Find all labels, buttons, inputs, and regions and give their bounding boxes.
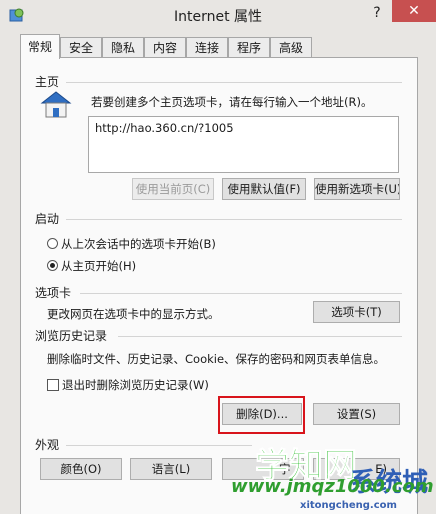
homepage-description: 若要创建多个主页选项卡，请在每行输入一个地址(R)。 bbox=[91, 95, 373, 109]
delete-button-highlight bbox=[218, 396, 305, 434]
tab-security[interactable]: 安全 bbox=[60, 37, 102, 58]
tab-programs[interactable]: 程序 bbox=[228, 37, 270, 58]
appearance-section-title: 外观 bbox=[35, 438, 60, 452]
tab-general[interactable]: 常规 bbox=[20, 34, 60, 59]
radio-last-session[interactable] bbox=[47, 238, 58, 249]
delete-on-exit-checkbox[interactable] bbox=[47, 379, 59, 391]
history-section-title: 浏览历史记录 bbox=[35, 329, 108, 343]
tab-content[interactable]: 内容 bbox=[144, 37, 186, 58]
history-settings-button[interactable]: 设置(S) bbox=[313, 403, 400, 425]
colors-button[interactable]: 颜色(O) bbox=[40, 458, 122, 480]
radio-last-session-label[interactable]: 从上次会话中的选项卡开始(B) bbox=[61, 236, 216, 252]
homepage-divider bbox=[66, 82, 402, 83]
watermark-small: xitongcheng.com bbox=[300, 500, 397, 511]
use-current-button[interactable]: 使用当前页(C) bbox=[132, 178, 214, 200]
tabs-description: 更改网页在选项卡中的显示方式。 bbox=[47, 307, 220, 321]
appearance-divider bbox=[66, 445, 252, 446]
homepage-url-value: http://hao.360.cn/?1005 bbox=[95, 121, 234, 135]
history-divider bbox=[118, 336, 402, 337]
tabs-divider bbox=[80, 293, 402, 294]
home-icon bbox=[40, 91, 72, 118]
tab-advanced[interactable]: 高级 bbox=[270, 37, 312, 58]
tab-privacy[interactable]: 隐私 bbox=[102, 37, 144, 58]
title-bar: Internet 属性 ? ✕ bbox=[0, 0, 436, 30]
radio-home-page-label[interactable]: 从主页开始(H) bbox=[61, 258, 136, 274]
use-new-tab-button[interactable]: 使用新选项卡(U) bbox=[314, 178, 400, 200]
internet-properties-window: Internet 属性 ? ✕ 常规 安全 隐私 内容 连接 程序 高级 主页 … bbox=[0, 0, 436, 514]
startup-divider bbox=[66, 219, 402, 220]
delete-on-exit-label[interactable]: 退出时删除浏览历史记录(W) bbox=[62, 377, 209, 393]
homepage-section-title: 主页 bbox=[35, 75, 60, 89]
homepage-url-input[interactable]: http://hao.360.cn/?1005 bbox=[88, 116, 399, 173]
help-button[interactable]: ? bbox=[363, 2, 391, 24]
history-description: 删除临时文件、历史记录、Cookie、保存的密码和网页表单信息。 bbox=[47, 352, 386, 366]
use-default-button[interactable]: 使用默认值(F) bbox=[222, 178, 306, 200]
startup-section-title: 启动 bbox=[35, 212, 60, 226]
watermark-url: www.jmqz1000.com bbox=[231, 476, 434, 497]
tabs-section-title: 选项卡 bbox=[35, 286, 72, 300]
tabs-settings-button[interactable]: 选项卡(T) bbox=[313, 301, 400, 323]
tab-connections[interactable]: 连接 bbox=[186, 37, 228, 58]
radio-home-page[interactable] bbox=[47, 260, 58, 271]
close-button[interactable]: ✕ bbox=[392, 0, 436, 22]
languages-button[interactable]: 语言(L) bbox=[130, 458, 212, 480]
